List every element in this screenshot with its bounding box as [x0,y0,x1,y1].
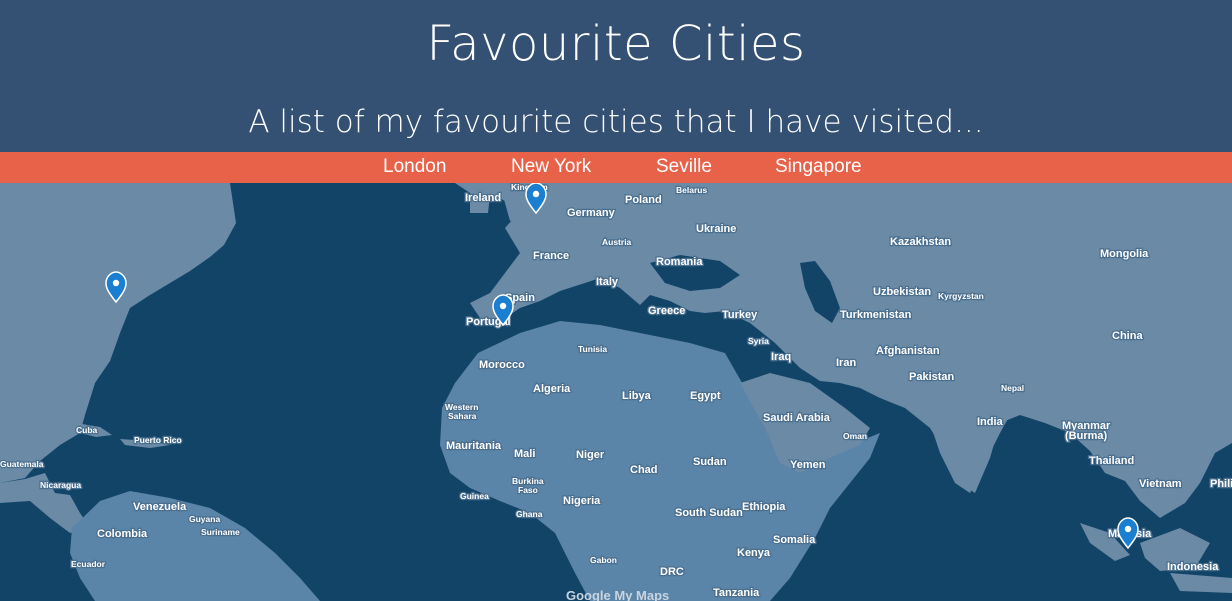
label-india: India [977,416,1004,428]
label-afghanistan: Afghanistan [876,345,940,357]
label-niger: Niger [576,449,605,461]
label-somalia: Somalia [773,534,816,546]
label-faso: Faso [518,485,538,495]
label-chad: Chad [630,464,658,476]
label-libya: Libya [622,390,652,402]
map-pin-singapore[interactable] [1117,517,1139,550]
label-suriname: Suriname [201,527,240,537]
label-france: France [533,250,569,262]
label-nepal: Nepal [1001,383,1024,393]
label-romania: Romania [656,256,703,268]
label-ukraine: Ukraine [696,223,736,235]
nav-link-singapore[interactable]: Singapore [775,156,862,178]
label-vietnam: Vietnam [1139,478,1182,490]
map-pin-icon [1117,517,1139,550]
page-title: Favourite Cities [426,16,806,72]
nav-link-london[interactable]: London [383,156,446,178]
label-drc: DRC [660,566,684,578]
label-mali: Mali [514,448,535,460]
label-phili: Phili [1210,478,1232,490]
label-yemen: Yemen [790,459,826,471]
label-colombia: Colombia [97,528,148,540]
label-greece: Greece [648,305,685,317]
label-pakistan: Pakistan [909,371,955,383]
label-sahara: Sahara [448,411,477,421]
pin-dot [112,279,120,287]
label-south-sudan: South Sudan [675,507,743,519]
label-cuba: Cuba [76,425,98,435]
city-nav-bar: London New York Seville Singapore [0,152,1232,183]
label-syria: Syria [748,336,769,346]
label-oman: Oman [843,431,867,441]
google-my-maps-attribution[interactable]: Google My Maps [566,588,669,601]
map-canvas[interactable]: Ireland Kingdom Belarus Poland Germany U… [0,183,1232,601]
nav-link-new-york[interactable]: New York [511,156,591,178]
label-gabon: Gabon [590,555,617,565]
label-turkey: Turkey [722,309,758,321]
label-china: China [1112,330,1143,342]
label-thailand: Thailand [1089,455,1134,467]
label-kazakhstan: Kazakhstan [890,236,951,248]
label-iraq: Iraq [771,351,791,363]
pin-dot [532,190,540,198]
pin-dot [1124,525,1132,533]
nav-link-seville[interactable]: Seville [656,156,712,178]
southeast-asia-islands [1080,523,1232,593]
label-ethiopia: Ethiopia [742,501,786,513]
page-header: Favourite Cities A list of my favourite … [0,0,1232,152]
label-saudi-arabia: Saudi Arabia [763,412,831,424]
label-italy: Italy [596,276,619,288]
label-guinea: Guinea [460,491,489,501]
label-germany: Germany [567,207,616,219]
pin-dot [499,302,507,310]
label-sudan: Sudan [693,456,727,468]
embedded-map[interactable]: Ireland Kingdom Belarus Poland Germany U… [0,183,1232,601]
label-morocco: Morocco [479,359,525,371]
label-guatemala: Guatemala [0,459,44,469]
south-america-landmass [70,491,320,601]
label-burma: (Burma) [1065,430,1108,442]
indian-subcontinent [925,398,1010,493]
label-iran: Iran [836,357,856,369]
label-venezuela: Venezuela [133,501,187,513]
label-egypt: Egypt [690,390,721,402]
label-belarus: Belarus [676,185,707,195]
label-austria: Austria [602,237,632,247]
label-guyana: Guyana [189,514,220,524]
label-ecuador: Ecuador [71,559,106,569]
label-ghana: Ghana [516,509,543,519]
label-algeria: Algeria [533,383,571,395]
label-kyrgyzstan: Kyrgyzstan [938,291,984,301]
page-subtitle: A list of my favourite cities that I hav… [248,104,984,140]
label-poland: Poland [625,194,662,206]
label-tunisia: Tunisia [578,344,607,354]
label-kenya: Kenya [737,547,771,559]
label-ireland: Ireland [465,192,501,204]
label-tanzania: Tanzania [713,587,760,599]
label-mauritania: Mauritania [446,440,502,452]
label-indonesia: Indonesia [1167,561,1219,573]
label-nigeria: Nigeria [563,495,601,507]
north-america-landmass [0,183,236,483]
label-nicaragua: Nicaragua [40,480,81,490]
label-mongolia: Mongolia [1100,248,1149,260]
label-uzbekistan: Uzbekistan [873,286,931,298]
label-turkmenistan: Turkmenistan [840,309,912,321]
label-puerto-rico: Puerto Rico [134,435,182,445]
